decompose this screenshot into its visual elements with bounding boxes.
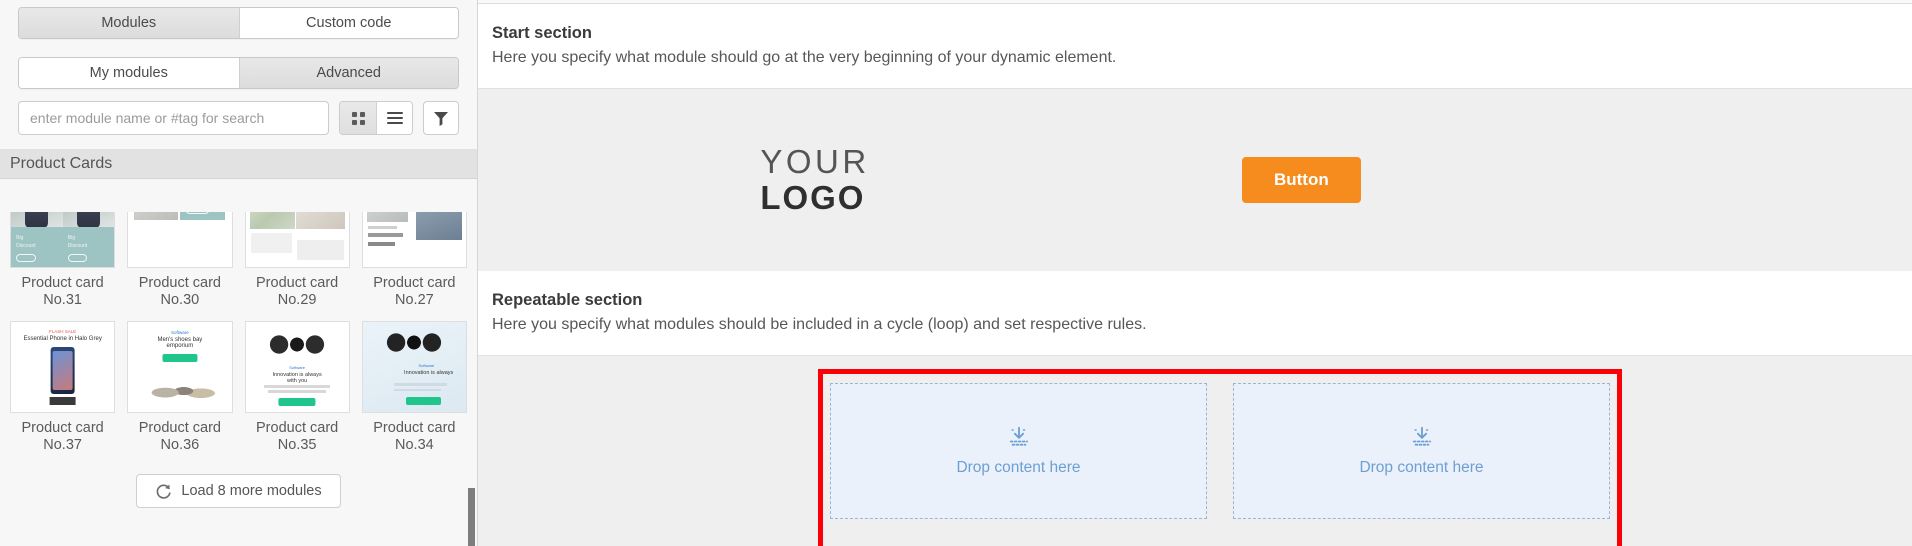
module-card-label: Product card No.35	[256, 420, 339, 453]
module-thumbnail: FLASH SALE Essential Phone in Halo Grey	[10, 321, 116, 413]
funnel-shape	[434, 111, 448, 126]
module-card[interactable]: Software Innovation is always Product ca…	[361, 321, 467, 466]
view-toggle-group	[339, 101, 413, 135]
tab-modules[interactable]: Modules	[19, 8, 239, 38]
sidebar-scrollbar-thumb[interactable]	[468, 488, 475, 546]
modules-grid: Big Discount Big Discount Product card No.3…	[0, 212, 477, 466]
primary-tabs: Modules Custom code	[0, 0, 477, 39]
module-card-label: Product card No.36	[138, 420, 221, 453]
logo-line-2: LOGO	[760, 179, 866, 216]
module-card[interactable]: Product card No.27	[361, 212, 467, 321]
group-header-label: Product Cards	[10, 154, 113, 172]
repeatable-section-title: Repeatable section	[492, 291, 643, 309]
dropzone-right[interactable]: Drop content here	[1233, 383, 1610, 519]
drop-download-icon	[1009, 426, 1028, 446]
grid-glyph	[351, 111, 365, 125]
search-input[interactable]	[18, 101, 329, 135]
group-header-product-cards: Product Cards	[0, 149, 477, 179]
secondary-tabs: My modules Advanced	[0, 39, 477, 89]
module-thumbnail	[361, 212, 467, 268]
repeatable-section-description: Here you specify what modules should be …	[492, 316, 1147, 333]
repeatable-section-header: Repeatable section Here you specify what…	[478, 271, 1912, 356]
repeatable-section: Repeatable section Here you specify what…	[478, 271, 1912, 546]
refresh-icon	[156, 484, 171, 499]
drop-download-icon	[1412, 426, 1431, 446]
repeatable-section-body: Drop content here Drop content here	[478, 356, 1912, 546]
module-card-label: Product card No.31	[21, 275, 104, 308]
module-thumbnail: Software Men's shoes bay emporium	[127, 321, 233, 413]
search-toolbar	[0, 89, 477, 149]
start-section-title: Start section	[492, 24, 592, 42]
module-thumbnail: Big Discount	[127, 212, 233, 268]
funnel-filter-icon[interactable]	[423, 101, 459, 135]
module-card-label: Product card No.30	[138, 275, 221, 308]
list-view-icon[interactable]	[376, 102, 412, 134]
dropzone-label: Drop content here	[956, 459, 1081, 476]
tab-custom-code[interactable]: Custom code	[238, 8, 458, 38]
module-thumbnail: Software Innovation is always	[361, 321, 467, 413]
cta-block: Button	[1152, 157, 1912, 203]
load-more-wrapper: Load 8 more modules	[0, 466, 477, 518]
module-thumbnail: Big Discount Big Discount	[10, 212, 116, 268]
module-card[interactable]: Software Men's shoes bay emporium Product …	[127, 321, 233, 466]
start-section-body: YOUR LOGO Button	[478, 89, 1912, 271]
module-card[interactable]: Big Discount Product cardNo.30	[127, 212, 233, 321]
module-card[interactable]: Big Discount Big Discount Product card No.3…	[10, 212, 116, 321]
dropzone-left[interactable]: Drop content here	[830, 383, 1207, 519]
grid-view-icon[interactable]	[340, 102, 376, 134]
list-glyph	[386, 112, 403, 124]
module-card-label: Product card No.27	[373, 275, 456, 308]
secondary-tab-group: My modules Advanced	[18, 57, 459, 89]
module-thumbnail	[244, 212, 350, 268]
editor-canvas: Start section Here you specify what modu…	[478, 0, 1912, 546]
sidebar-scrollbar-track[interactable]	[468, 212, 476, 546]
dropzone-label: Drop content here	[1359, 459, 1484, 476]
logo-block: YOUR LOGO	[478, 144, 1152, 216]
your-logo-icon: YOUR LOGO	[760, 144, 869, 216]
modules-sidebar: Modules Custom code My modules Advanced	[0, 0, 478, 546]
primary-tab-group: Modules Custom code	[18, 7, 459, 39]
module-card-label: Product card No.34	[373, 420, 456, 453]
tab-my-modules[interactable]: My modules	[19, 58, 239, 88]
logo-line-1: YOUR	[760, 143, 870, 180]
module-card-label: Product card No.37	[21, 420, 104, 453]
load-more-modules-button[interactable]: Load 8 more modules	[136, 474, 341, 508]
cta-button[interactable]: Button	[1241, 157, 1361, 203]
module-card[interactable]: FLASH SALE Essential Phone in Halo Grey P…	[10, 321, 116, 466]
start-section-header: Start section Here you specify what modu…	[478, 4, 1912, 89]
tab-advanced[interactable]: Advanced	[238, 58, 458, 88]
app-root: Modules Custom code My modules Advanced	[0, 0, 1912, 546]
dropzone-row: Drop content here Drop content here	[830, 383, 1610, 519]
modules-scroll-area[interactable]: Big Discount Big Discount Product card No.3…	[0, 212, 477, 546]
module-card[interactable]: Product card No.29	[244, 212, 350, 321]
start-section: Start section Here you specify what modu…	[478, 4, 1912, 271]
module-card[interactable]: Software Innovation is always with you Pr…	[244, 321, 350, 466]
module-card-label: Product card No.29	[256, 275, 339, 308]
load-more-label: Load 8 more modules	[181, 483, 322, 499]
start-section-description: Here you specify what module should go a…	[492, 49, 1117, 66]
module-thumbnail: Software Innovation is always with you	[244, 321, 350, 413]
